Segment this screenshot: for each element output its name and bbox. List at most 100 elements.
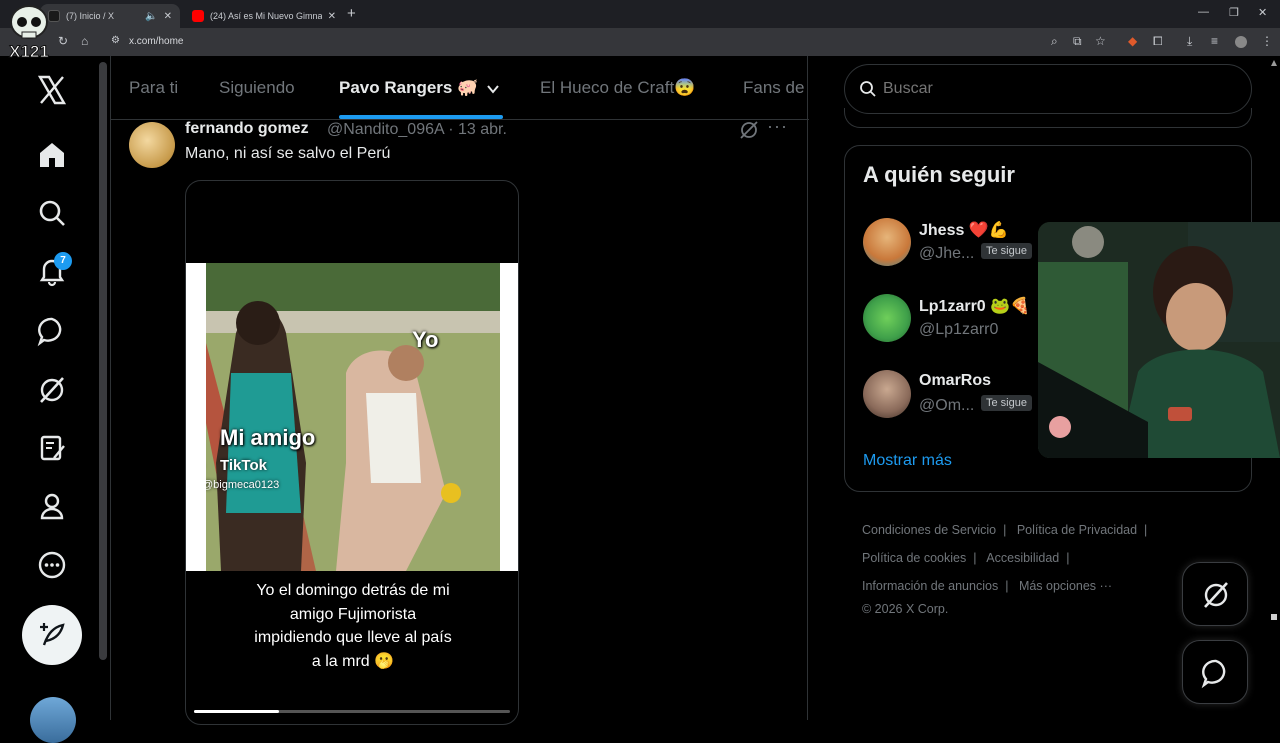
- show-more-link[interactable]: Mostrar más: [863, 452, 952, 470]
- speaker-icon[interactable]: 🔈: [145, 11, 157, 22]
- tab-el-hueco-de-craft[interactable]: El Hueco de Craft😨: [540, 78, 695, 98]
- video-label-you: Yo: [412, 327, 439, 352]
- footer-links: Condiciones de Servicio | Política de Pri…: [862, 516, 1182, 618]
- user-name[interactable]: OmarRos: [919, 372, 991, 390]
- video-label-friend: Mi amigo: [220, 425, 316, 450]
- profile-icon[interactable]: [36, 490, 68, 522]
- tweet-more-icon[interactable]: ···: [767, 116, 788, 137]
- footer-link-more-options[interactable]: Más opciones ···: [1019, 579, 1112, 593]
- user-handle: @Om...: [919, 397, 975, 414]
- url-text: x.com/home: [129, 36, 184, 47]
- main-feed: Para ti Siguiendo Pavo Rangers 🐖 El Huec…: [110, 56, 809, 725]
- lists-icon[interactable]: [36, 432, 68, 464]
- tiktok-watermark-app: TikTok: [220, 457, 267, 474]
- caption-line: a la mrd 🫢: [311, 652, 395, 670]
- page-scrollbar[interactable]: [1271, 60, 1277, 620]
- tweet-text: Mano, ni así se salvo el Perú: [185, 145, 391, 162]
- video-frame: Yo Mi amigo ♪ TikTok @bigmeca0123: [186, 263, 518, 571]
- tab-title: (7) Inicio / X: [66, 11, 115, 21]
- extensions-puzzle-icon[interactable]: ⧠: [1153, 34, 1163, 49]
- download-icon[interactable]: ⤓: [1187, 34, 1192, 49]
- webcam-overlay: [1038, 222, 1280, 458]
- x-logo-icon[interactable]: [36, 74, 68, 106]
- caption-line: impidiendo que lleve al país: [254, 629, 452, 646]
- webcam-illustration: [1038, 222, 1280, 458]
- tab-fans-de[interactable]: Fans de: [743, 78, 804, 98]
- who-to-follow-title: A quién seguir: [863, 162, 1015, 187]
- minimize-icon[interactable]: —: [1198, 6, 1209, 18]
- close-tab-icon[interactable]: ✕: [164, 11, 172, 22]
- tweet-author-handle-date[interactable]: @Nandito_096A · 13 abr.: [327, 121, 507, 139]
- active-tab-indicator: [339, 115, 503, 119]
- messages-icon: [1201, 659, 1226, 689]
- grok-icon[interactable]: [36, 374, 68, 406]
- home-icon[interactable]: ⌂: [81, 34, 88, 48]
- video-progress-fill: [194, 710, 280, 713]
- bookmark-star-icon[interactable]: ☆: [1095, 34, 1106, 48]
- youtube-favicon-icon: [192, 10, 204, 22]
- messages-floating-button[interactable]: [1182, 640, 1248, 704]
- compose-post-button[interactable]: [22, 605, 82, 665]
- browser-toolbar: ↻ ⌂ ⚙ x.com/home ⌕ ⧉ ☆ ◆ ⧠ ⤓ ≡ ⋮: [0, 28, 1280, 56]
- user-name[interactable]: Jhess ❤️💪: [919, 220, 1009, 240]
- reload-icon[interactable]: ↻: [58, 34, 68, 48]
- footer-copyright: © 2026 X Corp.: [862, 602, 949, 616]
- browser-tab-x[interactable]: (7) Inicio / X 🔈 ✕: [40, 4, 180, 28]
- media-control-icon[interactable]: ≡: [1211, 34, 1218, 48]
- user-handle: @Lp1zarr0: [919, 321, 999, 338]
- notification-count-badge: 7: [54, 252, 72, 270]
- footer-link-privacy[interactable]: Política de Privacidad: [1017, 523, 1137, 537]
- user-avatar[interactable]: [863, 218, 911, 266]
- tab-siguiendo[interactable]: Siguiendo: [219, 78, 295, 98]
- search-nav-icon[interactable]: [36, 197, 68, 229]
- browser-tab-bar: (7) Inicio / X 🔈 ✕ (24) Así es Mi Nuevo …: [0, 0, 1280, 28]
- search-input[interactable]: [883, 80, 1203, 98]
- feed-tabs: Para ti Siguiendo Pavo Rangers 🐖 El Huec…: [111, 56, 809, 120]
- profile-avatar[interactable]: [1235, 36, 1247, 48]
- tweet[interactable]: fernando gomez @Nandito_096A · 13 abr. ·…: [111, 116, 809, 725]
- close-window-icon[interactable]: ✕: [1258, 6, 1267, 19]
- follows-you-badge: Te sigue: [981, 395, 1032, 411]
- close-tab-icon[interactable]: ✕: [328, 11, 336, 22]
- trends-box-bottom: [844, 108, 1252, 128]
- footer-link-ads-info[interactable]: Información de anuncios: [862, 579, 998, 593]
- account-avatar[interactable]: [30, 697, 76, 743]
- video-caption: Yo el domingo detrás de mi amigo Fujimor…: [186, 579, 518, 673]
- menu-dots-icon[interactable]: ⋮: [1261, 34, 1273, 48]
- user-avatar[interactable]: [863, 370, 911, 418]
- more-options-icon[interactable]: [36, 549, 68, 581]
- search-icon: [860, 81, 876, 97]
- messages-icon[interactable]: [36, 315, 68, 347]
- streamer-logo: X121: [9, 5, 49, 60]
- footer-link-terms[interactable]: Condiciones de Servicio: [862, 523, 996, 537]
- tweet-author-avatar[interactable]: [129, 122, 175, 168]
- tab-title: (24) Así es Mi Nuevo Gimnasio: [210, 11, 322, 21]
- left-scrollbar[interactable]: [99, 62, 107, 660]
- grok-explain-icon[interactable]: [739, 120, 759, 140]
- video-scene-illustration: [206, 263, 500, 571]
- footer-link-cookies[interactable]: Política de cookies: [862, 551, 966, 565]
- user-handle: @Jhe...: [919, 245, 975, 262]
- install-icon[interactable]: ⧉: [1073, 34, 1082, 49]
- browser-tab-youtube[interactable]: (24) Así es Mi Nuevo Gimnasio ✕: [184, 4, 344, 28]
- user-name[interactable]: Lp1zarr0 🐸🍕: [919, 296, 1030, 316]
- search-box[interactable]: [844, 64, 1252, 114]
- tab-pavo-rangers[interactable]: Pavo Rangers 🐖: [339, 78, 478, 98]
- home-nav-icon[interactable]: [36, 139, 68, 171]
- maximize-icon[interactable]: ❐: [1229, 6, 1239, 19]
- new-tab-icon[interactable]: +: [347, 5, 356, 22]
- footer-link-accessibility[interactable]: Accesibilidad: [986, 551, 1059, 565]
- follows-you-badge: Te sigue: [981, 243, 1032, 259]
- video-progress-bar[interactable]: [194, 710, 510, 713]
- tweet-author-name[interactable]: fernando gomez: [185, 120, 309, 138]
- grok-floating-button[interactable]: [1182, 562, 1248, 626]
- zoom-icon[interactable]: ⌕: [1051, 34, 1058, 49]
- tiktok-watermark-user: @bigmeca0123: [206, 479, 280, 491]
- caption-line: Yo el domingo detrás de mi: [256, 582, 450, 599]
- tweet-video[interactable]: Yo Mi amigo ♪ TikTok @bigmeca0123 Yo el …: [185, 180, 519, 725]
- tab-para-ti[interactable]: Para ti: [129, 78, 178, 98]
- extension-icon[interactable]: ◆: [1128, 34, 1137, 48]
- site-info-icon[interactable]: ⚙: [111, 35, 120, 46]
- chevron-down-icon[interactable]: [486, 82, 500, 96]
- user-avatar[interactable]: [863, 294, 911, 342]
